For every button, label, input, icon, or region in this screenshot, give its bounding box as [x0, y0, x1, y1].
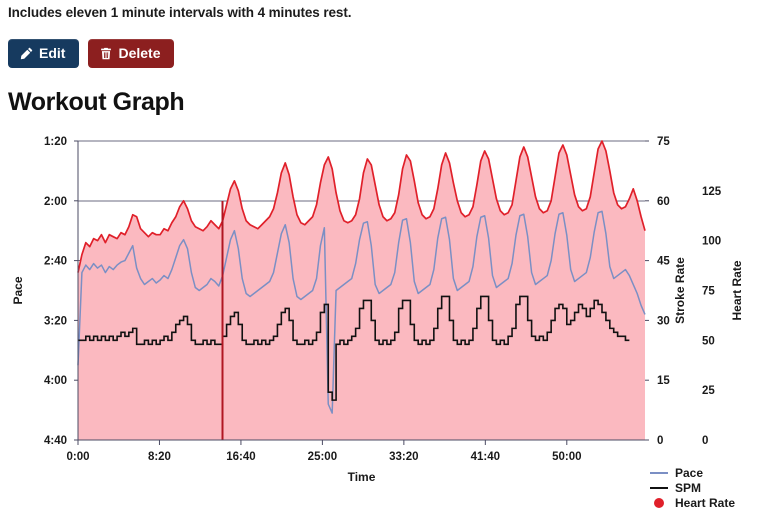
y3-axis-tick-label: 25	[702, 385, 715, 397]
y-axis-tick-label: 3:20	[44, 315, 67, 327]
legend-label: Heart Rate	[675, 496, 735, 510]
x-axis-tick-label: 16:40	[226, 451, 255, 463]
x-axis-tick-label: 33:20	[389, 451, 418, 463]
x-axis-tick-label: 0:00	[66, 451, 89, 463]
chart-canvas: 1:20 2:00 2:40 3:20 4:00 4:40 Pace 75 60 45 30 15 0 S…	[11, 136, 744, 510]
y-axis-title-heart-rate: Heart Rate	[730, 260, 744, 320]
x-axis-title: Time	[348, 470, 376, 484]
workout-chart: 1:20 2:00 2:40 3:20 4:00 4:40 Pace 75 60 45 30 15 0 S…	[0, 122, 761, 521]
legend-label: Pace	[675, 466, 703, 480]
edit-button[interactable]: Edit	[8, 39, 80, 68]
y2-axis-tick-label: 0	[657, 435, 663, 447]
edit-button-label: Edit	[39, 45, 66, 61]
y2-axis-tick-label: 15	[657, 375, 670, 387]
y3-axis-tick-label: 0	[702, 435, 708, 447]
delete-button-label: Delete	[118, 45, 161, 61]
y-axis-tick-label: 4:40	[44, 435, 67, 447]
y2-axis-tick-label: 45	[657, 256, 670, 268]
x-axis-tick-label: 25:00	[308, 451, 337, 463]
delete-button[interactable]: Delete	[88, 39, 175, 68]
trash-icon	[100, 47, 112, 60]
legend-label: SPM	[675, 481, 701, 495]
page-title: Workout Graph	[8, 88, 185, 116]
workout-graph-page: Includes eleven 1 minute intervals with …	[0, 0, 761, 521]
y-axis-tick-label: 1:20	[44, 136, 67, 148]
y-axis-title-stroke-rate: Stroke Rate	[673, 257, 687, 324]
pencil-icon	[20, 47, 33, 60]
y3-axis-tick-label: 75	[702, 286, 715, 298]
y-axis-tick-label: 2:00	[44, 196, 67, 208]
workout-description: Includes eleven 1 minute intervals with …	[8, 5, 352, 20]
legend-marker-dot	[654, 498, 664, 508]
x-axis-tick-label: 50:00	[552, 451, 581, 463]
y3-axis-tick-label: 100	[702, 236, 721, 248]
y-axis-tick-label: 2:40	[44, 256, 67, 268]
y3-axis-tick-label: 50	[702, 335, 715, 347]
y3-axis-tick-label: 125	[702, 186, 722, 198]
action-button-row: Edit Delete	[8, 39, 175, 68]
y2-axis-tick-label: 75	[657, 136, 670, 148]
y2-axis-tick-label: 30	[657, 315, 670, 327]
y-axis-tick-label: 4:00	[44, 375, 67, 387]
y2-axis-tick-label: 60	[657, 196, 670, 208]
x-axis-tick-label: 8:20	[148, 451, 171, 463]
x-axis-tick-label: 41:40	[471, 451, 500, 463]
y-axis-title-pace: Pace	[11, 276, 25, 304]
